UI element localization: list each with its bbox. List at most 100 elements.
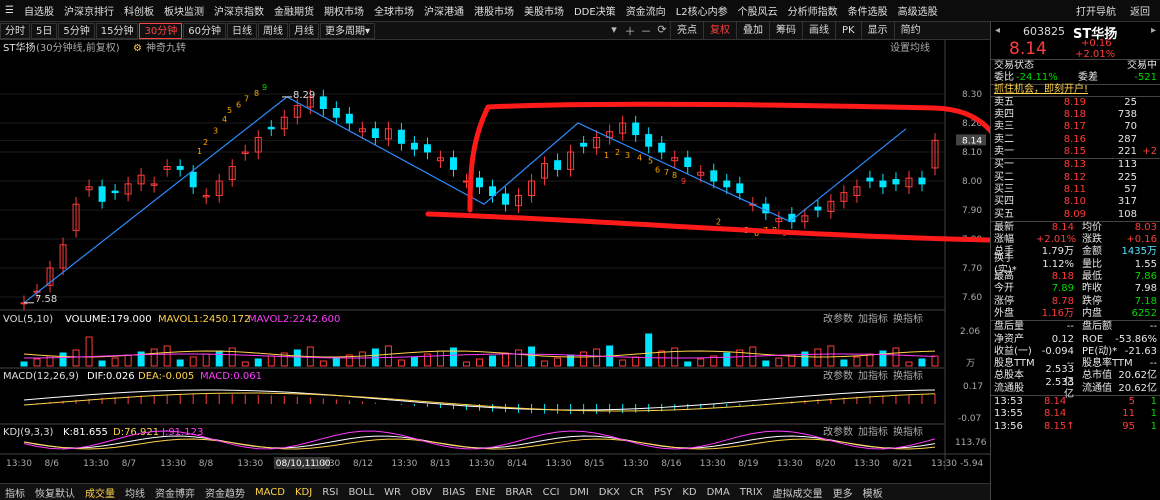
- nav-item[interactable]: 沪深京指数: [209, 0, 269, 21]
- indicator-tab[interactable]: BIAS: [437, 487, 470, 498]
- indicator-tab-selected[interactable]: 成交量: [80, 485, 120, 500]
- bid-row: 买一 8.13 113: [991, 159, 1160, 171]
- draw-line-button[interactable]: 画线: [801, 22, 835, 39]
- indicator-tab[interactable]: CCI: [538, 487, 565, 498]
- time-tick: 8/8: [199, 459, 214, 469]
- display-button[interactable]: 显示: [860, 22, 894, 39]
- indicator-tab[interactable]: BRAR: [500, 487, 537, 498]
- period-tab[interactable]: 日线: [226, 22, 257, 39]
- candle-body: [814, 206, 822, 211]
- quote-stats: 最新 8.14 均价 8.03 涨幅 +2.01% 涨跌 +0.16 总手 1.79万 金额 1435…: [991, 221, 1160, 322]
- indicator-tab[interactable]: BOLL: [343, 487, 379, 498]
- period-tab[interactable]: 分时: [0, 22, 30, 39]
- volume-value: VOLUME:179.000: [65, 314, 152, 325]
- indicator-tab[interactable]: 恢复默认: [30, 485, 80, 500]
- indicator-tab[interactable]: 指标: [0, 485, 30, 500]
- period-tab[interactable]: 月线: [288, 22, 319, 39]
- nav-item[interactable]: 全球市场: [369, 0, 419, 21]
- nav-item[interactable]: 分析师指数: [783, 0, 843, 21]
- time-tick: 8/13: [430, 459, 450, 469]
- indicator-tab[interactable]: ENE: [470, 487, 500, 498]
- indicator-tab[interactable]: DKX: [594, 487, 625, 498]
- more-indicators[interactable]: 更多: [828, 485, 858, 500]
- nav-item[interactable]: 个股风云: [733, 0, 783, 21]
- indicator-tab[interactable]: OBV: [406, 487, 437, 498]
- adjust-button[interactable]: 复权: [702, 22, 736, 39]
- period-tab[interactable]: 15分钟: [95, 22, 139, 39]
- refresh-icon[interactable]: ⟳: [654, 23, 670, 39]
- indicator-tab[interactable]: KDJ: [290, 487, 317, 498]
- pk-button[interactable]: PK: [834, 22, 861, 39]
- period-tab-active[interactable]: 30分钟: [139, 22, 183, 39]
- switch-indicator-link[interactable]: 换指标: [893, 425, 923, 438]
- add-indicator-link[interactable]: 加指标: [858, 369, 888, 382]
- chips-button[interactable]: 筹码: [768, 22, 802, 39]
- add-indicator-link[interactable]: 加指标: [858, 312, 888, 325]
- switch-indicator-link[interactable]: 换指标: [893, 312, 923, 325]
- nav-item[interactable]: 港股市场: [469, 0, 519, 21]
- zoom-in-icon[interactable]: ＋: [622, 23, 638, 39]
- nav-item[interactable]: 科创板: [119, 0, 159, 21]
- nav-item[interactable]: 高级选股: [893, 0, 943, 21]
- indicator-tab[interactable]: TRIX: [735, 487, 768, 498]
- zoom-out-icon[interactable]: －: [638, 23, 654, 39]
- period-tab[interactable]: 周线: [257, 22, 288, 39]
- nav-item[interactable]: 沪深港通: [419, 0, 469, 21]
- indicator-tab[interactable]: WR: [379, 487, 406, 498]
- period-tab[interactable]: 5日: [31, 22, 58, 39]
- template-button[interactable]: 模板: [858, 485, 888, 500]
- fin-value: -0.094: [1041, 345, 1074, 357]
- period-tab[interactable]: 5分钟: [58, 22, 95, 39]
- nav-item[interactable]: 美股市场: [519, 0, 569, 21]
- nav-item[interactable]: 自选股: [19, 0, 59, 21]
- highlight-button[interactable]: 亮点: [669, 22, 703, 39]
- indicator-tab[interactable]: DMI: [565, 487, 594, 498]
- stat-value: 8.78: [1051, 295, 1074, 307]
- indicator-name[interactable]: 神奇九转: [146, 41, 186, 54]
- indicator-tab[interactable]: DMA: [702, 487, 735, 498]
- back-link[interactable]: 返回: [1130, 3, 1150, 18]
- nav-item[interactable]: 条件选股: [843, 0, 893, 21]
- period-tab[interactable]: 60分钟: [183, 22, 226, 39]
- indicator-tab[interactable]: CR: [625, 487, 649, 498]
- ma-settings-link[interactable]: 设置均线: [890, 41, 930, 54]
- price-tick: 8.00: [962, 177, 982, 187]
- indicator-tab[interactable]: 资金趋势: [200, 485, 250, 500]
- fin-value: 20.62亿: [1118, 382, 1157, 394]
- menu-button[interactable]: ☰: [0, 0, 19, 21]
- indicator-tab[interactable]: 虚拟成交量: [768, 485, 828, 500]
- period-tab[interactable]: 更多周期▾: [319, 22, 375, 39]
- stat-value: 8.03: [1134, 221, 1157, 233]
- fin-value: --: [1066, 321, 1074, 333]
- back-arrow-icon[interactable]: ◂: [995, 25, 1000, 36]
- indicator-tab[interactable]: PSY: [649, 487, 678, 498]
- macd-value: MACD:0.061: [200, 371, 262, 382]
- nav-item[interactable]: 板块监测: [159, 0, 209, 21]
- nav-item[interactable]: 期权市场: [319, 0, 369, 21]
- edit-params-link[interactable]: 改参数: [823, 369, 853, 382]
- simple-button[interactable]: 简约: [893, 22, 927, 39]
- indicator-tab[interactable]: KD: [677, 487, 701, 498]
- nav-item[interactable]: 沪深京排行: [59, 0, 119, 21]
- dropdown-icon[interactable]: ▾: [606, 23, 622, 39]
- indicator-tab[interactable]: 均线: [120, 485, 150, 500]
- gear-icon[interactable]: ⚙: [133, 43, 142, 54]
- indicator-tab[interactable]: 资金博弈: [150, 485, 200, 500]
- indicator-tab[interactable]: MACD: [250, 487, 290, 498]
- open-navigation-link[interactable]: 打开导航: [1076, 3, 1116, 18]
- promo-link[interactable]: 抓住机会，即刻开户!: [994, 84, 1157, 96]
- forward-arrow-icon[interactable]: ▸: [1151, 25, 1156, 36]
- indicator-tab[interactable]: RSI: [317, 487, 343, 498]
- edit-params-link[interactable]: 改参数: [823, 312, 853, 325]
- add-indicator-link[interactable]: 加指标: [858, 425, 888, 438]
- edit-params-link[interactable]: 改参数: [823, 425, 853, 438]
- kline-chart[interactable]: ST华扬 (30分钟线,前复权) ⚙ 神奇九转 设置均线 8.308.208.1…: [0, 40, 990, 470]
- switch-indicator-link[interactable]: 换指标: [893, 369, 923, 382]
- bid-volume: 108: [1117, 208, 1137, 220]
- nav-item[interactable]: 资金流向: [621, 0, 671, 21]
- nav-item[interactable]: L2核心内参: [671, 0, 733, 21]
- nav-item[interactable]: DDE决策: [569, 0, 621, 21]
- nav-item[interactable]: 金融期货: [269, 0, 319, 21]
- overlay-button[interactable]: 叠加: [735, 22, 769, 39]
- bid-label: 买三: [994, 183, 1014, 195]
